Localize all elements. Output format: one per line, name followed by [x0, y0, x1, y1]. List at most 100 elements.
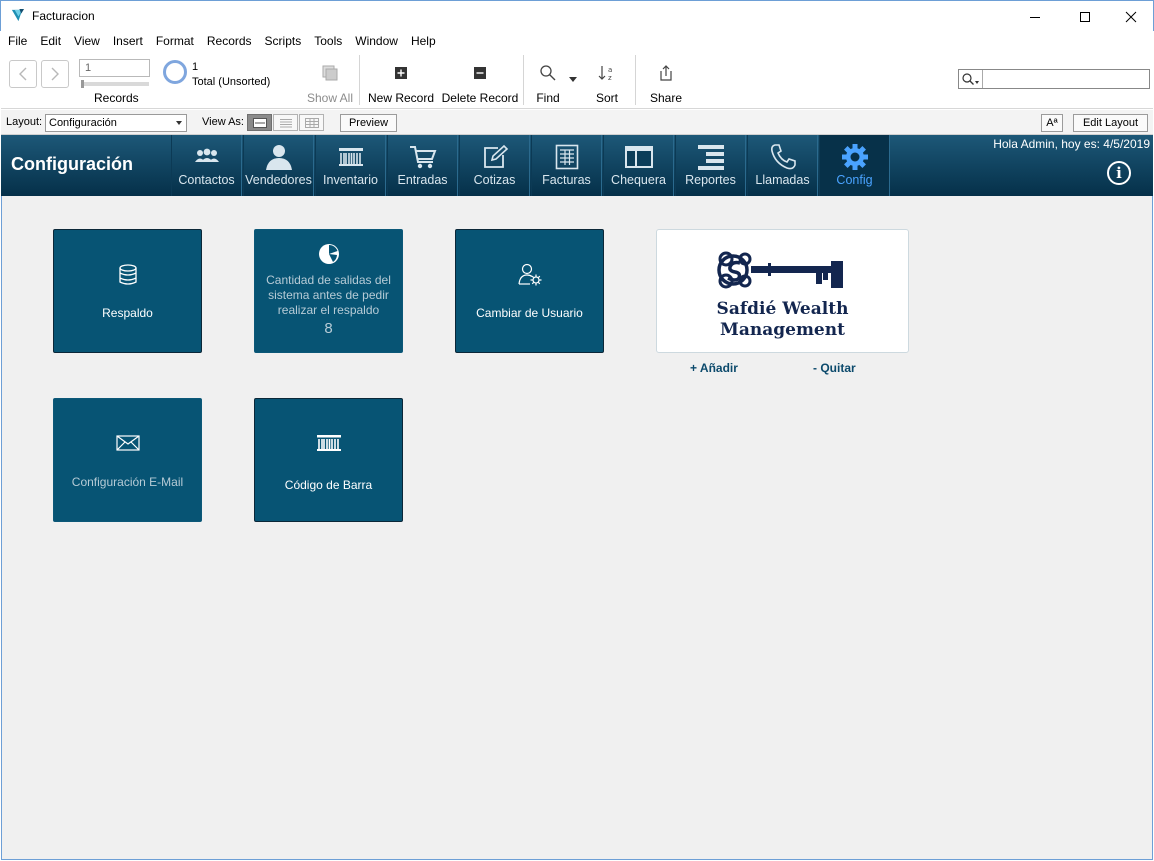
svg-text:a: a	[608, 66, 612, 74]
minus-square-icon	[474, 67, 486, 79]
form-view-icon	[252, 117, 267, 128]
view-as-list-button[interactable]	[273, 114, 298, 131]
backup-button[interactable]: Respaldo	[53, 229, 202, 353]
find-label: Find	[536, 91, 560, 105]
barcode-button[interactable]: Código de Barra	[254, 398, 403, 522]
show-all-button[interactable]: Show All	[304, 63, 356, 105]
backup-exits-value[interactable]: 8	[259, 321, 398, 336]
layout-select[interactable]: Configuración	[45, 114, 187, 132]
menu-records[interactable]: Records	[200, 31, 258, 51]
quick-find-search-icon[interactable]	[959, 70, 983, 88]
found-count-label: Total (Unsorted)	[192, 76, 271, 88]
show-all-label: Show All	[306, 91, 354, 105]
share-label: Share	[649, 91, 683, 105]
company-logo-container[interactable]: Safdié Wealth Management	[656, 229, 909, 353]
barcode-icon	[338, 148, 363, 166]
svg-text:z: z	[608, 74, 612, 82]
view-as-table-button[interactable]	[299, 114, 324, 131]
next-record-button[interactable]	[41, 60, 69, 88]
greeting-text: Hola Admin, hoy es: 4/5/2019	[993, 137, 1150, 151]
chevron-right-icon	[51, 67, 59, 81]
tab-inventario[interactable]: Inventario	[315, 135, 386, 196]
toolbar-divider	[359, 55, 360, 105]
layout-select-value: Configuración	[49, 117, 117, 129]
email-config-button[interactable]: Configuración E-Mail	[53, 398, 202, 522]
share-button[interactable]: Share	[647, 63, 685, 105]
menu-window[interactable]: Window	[348, 31, 404, 51]
menu-tools[interactable]: Tools	[307, 31, 348, 51]
add-logo-link[interactable]: + Añadir	[690, 361, 738, 375]
app-icon	[11, 8, 25, 22]
tab-label: Vendedores	[245, 173, 312, 187]
tab-contactos[interactable]: Contactos	[171, 135, 242, 196]
menu-edit[interactable]: Edit	[33, 31, 67, 51]
sort-label: Sort	[595, 91, 618, 105]
remove-logo-link[interactable]: - Quitar	[813, 361, 856, 375]
toolbar-divider	[635, 55, 636, 105]
tab-facturas[interactable]: Facturas	[531, 135, 602, 196]
found-count-value: 1	[192, 61, 199, 73]
record-slider[interactable]	[81, 80, 149, 88]
previous-record-button[interactable]	[9, 60, 37, 88]
view-as-form-button[interactable]	[247, 114, 272, 131]
pie-chart-icon	[318, 244, 339, 264]
tab-label: Inventario	[323, 173, 378, 187]
chevron-down-icon	[176, 121, 182, 125]
maximize-button[interactable]	[1062, 1, 1108, 32]
text-format-button[interactable]: Aª	[1041, 114, 1063, 132]
logo-line-1: Safdié Wealth	[716, 299, 849, 319]
tab-label: Chequera	[611, 173, 666, 187]
tab-entradas[interactable]: Entradas	[387, 135, 458, 196]
edit-layout-button[interactable]: Edit Layout	[1073, 114, 1148, 132]
tab-llamadas[interactable]: Llamadas	[747, 135, 818, 196]
new-record-button[interactable]: New Record	[367, 63, 435, 105]
tab-label: Cotizas	[473, 173, 516, 187]
minimize-icon	[1030, 16, 1040, 18]
layout-label: Layout:	[6, 116, 43, 128]
cart-icon	[409, 146, 436, 169]
find-dropdown-icon[interactable]	[569, 77, 577, 83]
share-icon	[660, 65, 672, 81]
status-toolbar: 1 Records 1 Total (Unsorted) Show All Ne…	[1, 51, 1153, 109]
menu-file[interactable]: File	[1, 31, 33, 51]
gear-icon	[841, 144, 868, 170]
tab-config[interactable]: Config	[819, 135, 890, 196]
delete-record-label: Delete Record	[441, 91, 519, 105]
user-settings-icon	[517, 263, 541, 286]
tab-vendedores[interactable]: Vendedores	[243, 135, 314, 196]
tab-chequera[interactable]: Chequera	[603, 135, 674, 196]
new-record-label: New Record	[367, 91, 435, 105]
preview-button[interactable]: Preview	[340, 114, 397, 132]
edit-icon	[483, 144, 508, 168]
minimize-button[interactable]	[1012, 1, 1058, 32]
info-icon[interactable]: i	[1107, 161, 1131, 185]
delete-record-button[interactable]: Delete Record	[441, 63, 519, 105]
page-title: Configuración	[11, 154, 133, 174]
layout-icon	[624, 146, 653, 168]
search-icon	[961, 73, 979, 85]
phone-icon	[770, 144, 796, 170]
menu-format[interactable]: Format	[149, 31, 200, 51]
menu-scripts[interactable]: Scripts	[258, 31, 308, 51]
change-user-button[interactable]: Cambiar de Usuario	[455, 229, 604, 353]
menu-view[interactable]: View	[67, 31, 106, 51]
envelope-icon	[115, 435, 140, 451]
show-all-icon	[322, 65, 338, 81]
tab-label: Config	[836, 173, 873, 187]
key-logo-icon	[717, 251, 843, 289]
find-button[interactable]: Find	[531, 63, 565, 105]
menu-help[interactable]: Help	[404, 31, 442, 51]
tab-label: Entradas	[397, 173, 448, 187]
toolbar-divider	[523, 55, 524, 105]
tab-label: Llamadas	[755, 173, 810, 187]
current-record-input[interactable]: 1	[79, 59, 150, 77]
menu-insert[interactable]: Insert	[106, 31, 149, 51]
close-button[interactable]	[1108, 1, 1154, 32]
tab-cotizas[interactable]: Cotizas	[459, 135, 530, 196]
tab-reportes[interactable]: Reportes	[675, 135, 746, 196]
quick-find-input[interactable]	[958, 69, 1150, 89]
table-view-icon	[304, 117, 319, 128]
plus-square-icon	[395, 67, 407, 79]
sort-button[interactable]: az Sort	[591, 63, 623, 105]
email-config-label: Configuración E-Mail	[71, 475, 184, 489]
